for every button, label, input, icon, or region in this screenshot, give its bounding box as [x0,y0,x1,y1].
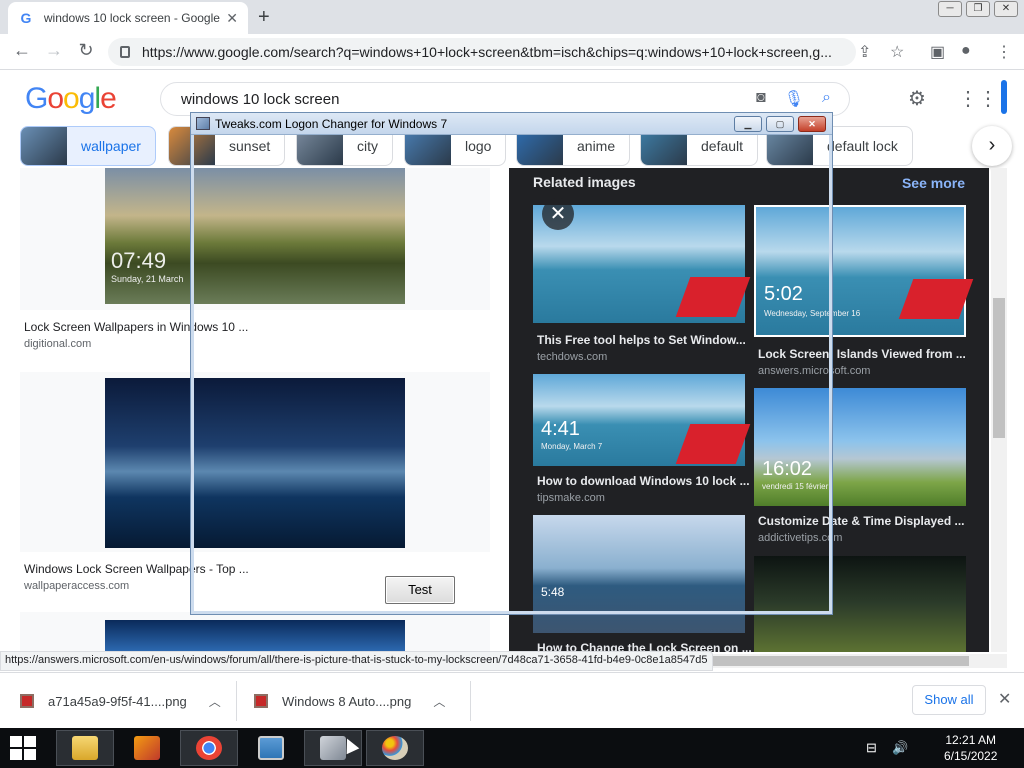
chip-wallpaper[interactable]: wallpaper [20,126,156,166]
back-arrow-icon[interactable]: ← [10,40,34,61]
maximize-icon[interactable]: ▢ [766,116,794,132]
reload-icon[interactable]: ↻ [74,40,98,61]
file-explorer-icon[interactable] [56,730,114,766]
paint-icon[interactable] [366,730,424,766]
photo-viewer-icon[interactable] [242,730,300,766]
lock-icon[interactable] [120,46,130,58]
lockscreen-time: 07:49 [111,248,167,273]
network-icon[interactable]: ⊟ [866,740,877,756]
app-icon [196,117,210,130]
forward-arrow-icon[interactable]: → [42,40,66,61]
logon-changer-window: Tweaks.com Logon Changer for Windows 7 ▁… [190,112,833,615]
tab-strip: G windows 10 lock screen - Google ✕ + ─ … [0,0,1024,34]
system-clock[interactable]: 12:21 AM 6/15/2022 [944,732,997,764]
camera-icon[interactable]: ◙ [756,89,766,109]
vertical-scrollbar[interactable] [991,168,1007,652]
settings-gear-icon[interactable]: ⚙ [908,86,926,111]
logo-letter: G [25,82,48,115]
address-bar[interactable]: https://www.google.com/search?q=windows+… [108,38,856,66]
search-box[interactable]: windows 10 lock screen ◙ 🎙 ⌕ [160,82,850,116]
side-panel-icon[interactable]: ▣ [930,42,945,62]
new-tab-icon[interactable]: + [258,6,270,29]
minimize-window-icon[interactable]: ─ [938,1,962,17]
download-item[interactable]: a71a45a9-9f5f-41....png ︿ [20,681,221,721]
logo-letter: g [78,82,96,115]
chip-thumbnail [21,127,67,165]
window-titlebar[interactable]: Tweaks.com Logon Changer for Windows 7 ▁… [191,113,832,135]
download-filename[interactable]: Windows 8 Auto....png [282,694,411,709]
restore-window-icon[interactable]: ❐ [966,1,990,17]
logo-letter: o [63,82,80,115]
test-button[interactable]: Test [385,576,455,604]
chevron-up-icon[interactable]: ︿ [433,693,445,710]
chevron-right-icon[interactable]: › [972,126,1012,166]
bookmark-star-icon[interactable]: ☆ [890,42,904,62]
chrome-icon[interactable] [180,730,238,766]
clock-time: 12:21 AM [945,733,997,747]
url-text[interactable]: https://www.google.com/search?q=windows+… [142,44,842,60]
window-frame [191,135,832,614]
lockscreen-date: Sunday, 21 March [111,274,184,284]
close-shelf-icon[interactable]: ✕ [998,689,1011,709]
google-favicon-icon: G [20,10,32,26]
logo-letter: e [100,82,117,115]
taskbar: ⊟ 🔊 12:21 AM 6/15/2022 [0,728,1024,768]
volume-icon[interactable]: 🔊 [892,740,908,756]
chip-label: wallpaper [81,138,141,154]
close-window-icon[interactable]: ✕ [994,1,1018,17]
close-icon[interactable]: ✕ [798,116,826,132]
search-input[interactable]: windows 10 lock screen [181,91,339,108]
result-image[interactable] [105,620,405,652]
show-all-button[interactable]: Show all [912,685,986,715]
browser-toolbar: ← → ↻ https://www.google.com/search?q=wi… [0,34,1024,70]
png-file-icon [20,694,34,708]
window-title: Tweaks.com Logon Changer for Windows 7 [215,117,448,131]
result-card[interactable] [20,612,490,652]
google-logo[interactable]: Google [25,82,117,116]
download-item[interactable]: Windows 8 Auto....png ︿ [254,681,445,721]
download-filename[interactable]: a71a45a9-9f5f-41....png [48,694,187,709]
search-icon[interactable]: ⌕ [822,89,831,109]
close-tab-icon[interactable]: ✕ [226,10,238,27]
see-more-link[interactable]: See more [902,175,965,191]
status-url-bubble: https://answers.microsoft.com/en-us/wind… [0,651,713,671]
windows-start-icon[interactable] [10,736,36,760]
microphone-icon[interactable]: 🎙 [784,89,804,109]
clock-date: 6/15/2022 [944,749,998,763]
menu-kebab-icon[interactable]: ⋮ [996,42,1012,62]
tab-title: windows 10 lock screen - Google [43,11,220,25]
png-file-icon [254,694,268,708]
result-source: wallpaperaccess.com [24,580,130,592]
share-icon[interactable]: ⇪ [858,42,871,62]
minimize-icon[interactable]: ▁ [734,116,762,132]
profile-avatar-icon[interactable]: ● [961,42,971,60]
chevron-up-icon[interactable]: ︿ [209,693,221,710]
media-player-icon[interactable] [118,730,176,766]
apps-grid-icon[interactable]: ⋮⋮ [958,86,998,111]
browser-tab[interactable]: G windows 10 lock screen - Google ✕ [8,2,248,34]
result-source: digitional.com [24,338,92,350]
window-controls: ─ ❐ ✕ [938,1,1018,17]
sign-in-button[interactable] [1001,80,1007,114]
logo-letter: o [47,82,64,115]
download-shelf: a71a45a9-9f5f-41....png ︿ Windows 8 Auto… [0,672,1024,728]
